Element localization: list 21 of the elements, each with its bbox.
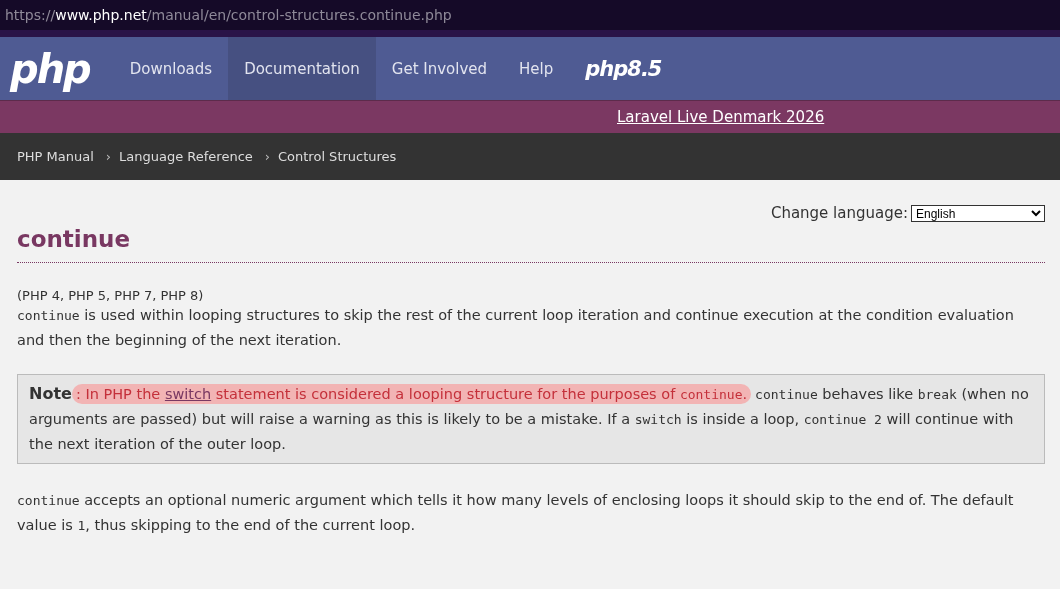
nav-link[interactable]: Help [503, 37, 570, 100]
paragraph: continue accepts an optional numeric argument which tells it how many levels of enclosing loops it should skip to the end of. The default value is 1, thus skipping to the end of the current loop. [17, 491, 1015, 535]
address-bar[interactable]: https://www.php.net/manual/en/control-structures.continue.php [0, 0, 1060, 30]
nav-link[interactable]: Get Involved [375, 37, 504, 100]
breadcrumb-separator: › [105, 149, 112, 164]
paragraph: continue is used within looping structures to skip the rest of the current loop iteration and continue execution at the condition evaluation and then the beginning of the next iteration. [17, 306, 1015, 350]
php-logo[interactable]: php [0, 37, 114, 100]
note-text: Note : In PHP the switch statement is considered a looping structure for the purposes of continue. continue behaves like break (when no arguments are passed) but will raise a warning as this is likely to be a mistake. If a switch is inside a loop, continue 2 will continue with the next iteration of the outer loop. [29, 383, 1030, 454]
banner-link[interactable]: Laravel Live Denmark 2026 [617, 108, 825, 126]
breadcrumb-link[interactable]: Control Structures [278, 149, 397, 164]
language-select[interactable]: English [911, 204, 1045, 222]
language-label: Change language: [770, 204, 908, 222]
version-logo[interactable]: php8.5 [585, 37, 662, 100]
breadcrumb-separator: › [264, 149, 270, 164]
inline-link[interactable]: switch [164, 386, 212, 402]
page-title: continue [17, 226, 1045, 263]
nav-link[interactable]: Downloads [113, 37, 229, 100]
breadcrumb-link[interactable]: Language Reference [119, 149, 253, 164]
nav-link[interactable]: Documentation [228, 37, 376, 100]
breadcrumb-link[interactable]: PHP Manual [17, 149, 94, 164]
version-info: (PHP 4, PHP 5, PHP 7, PHP 8) [17, 288, 205, 303]
